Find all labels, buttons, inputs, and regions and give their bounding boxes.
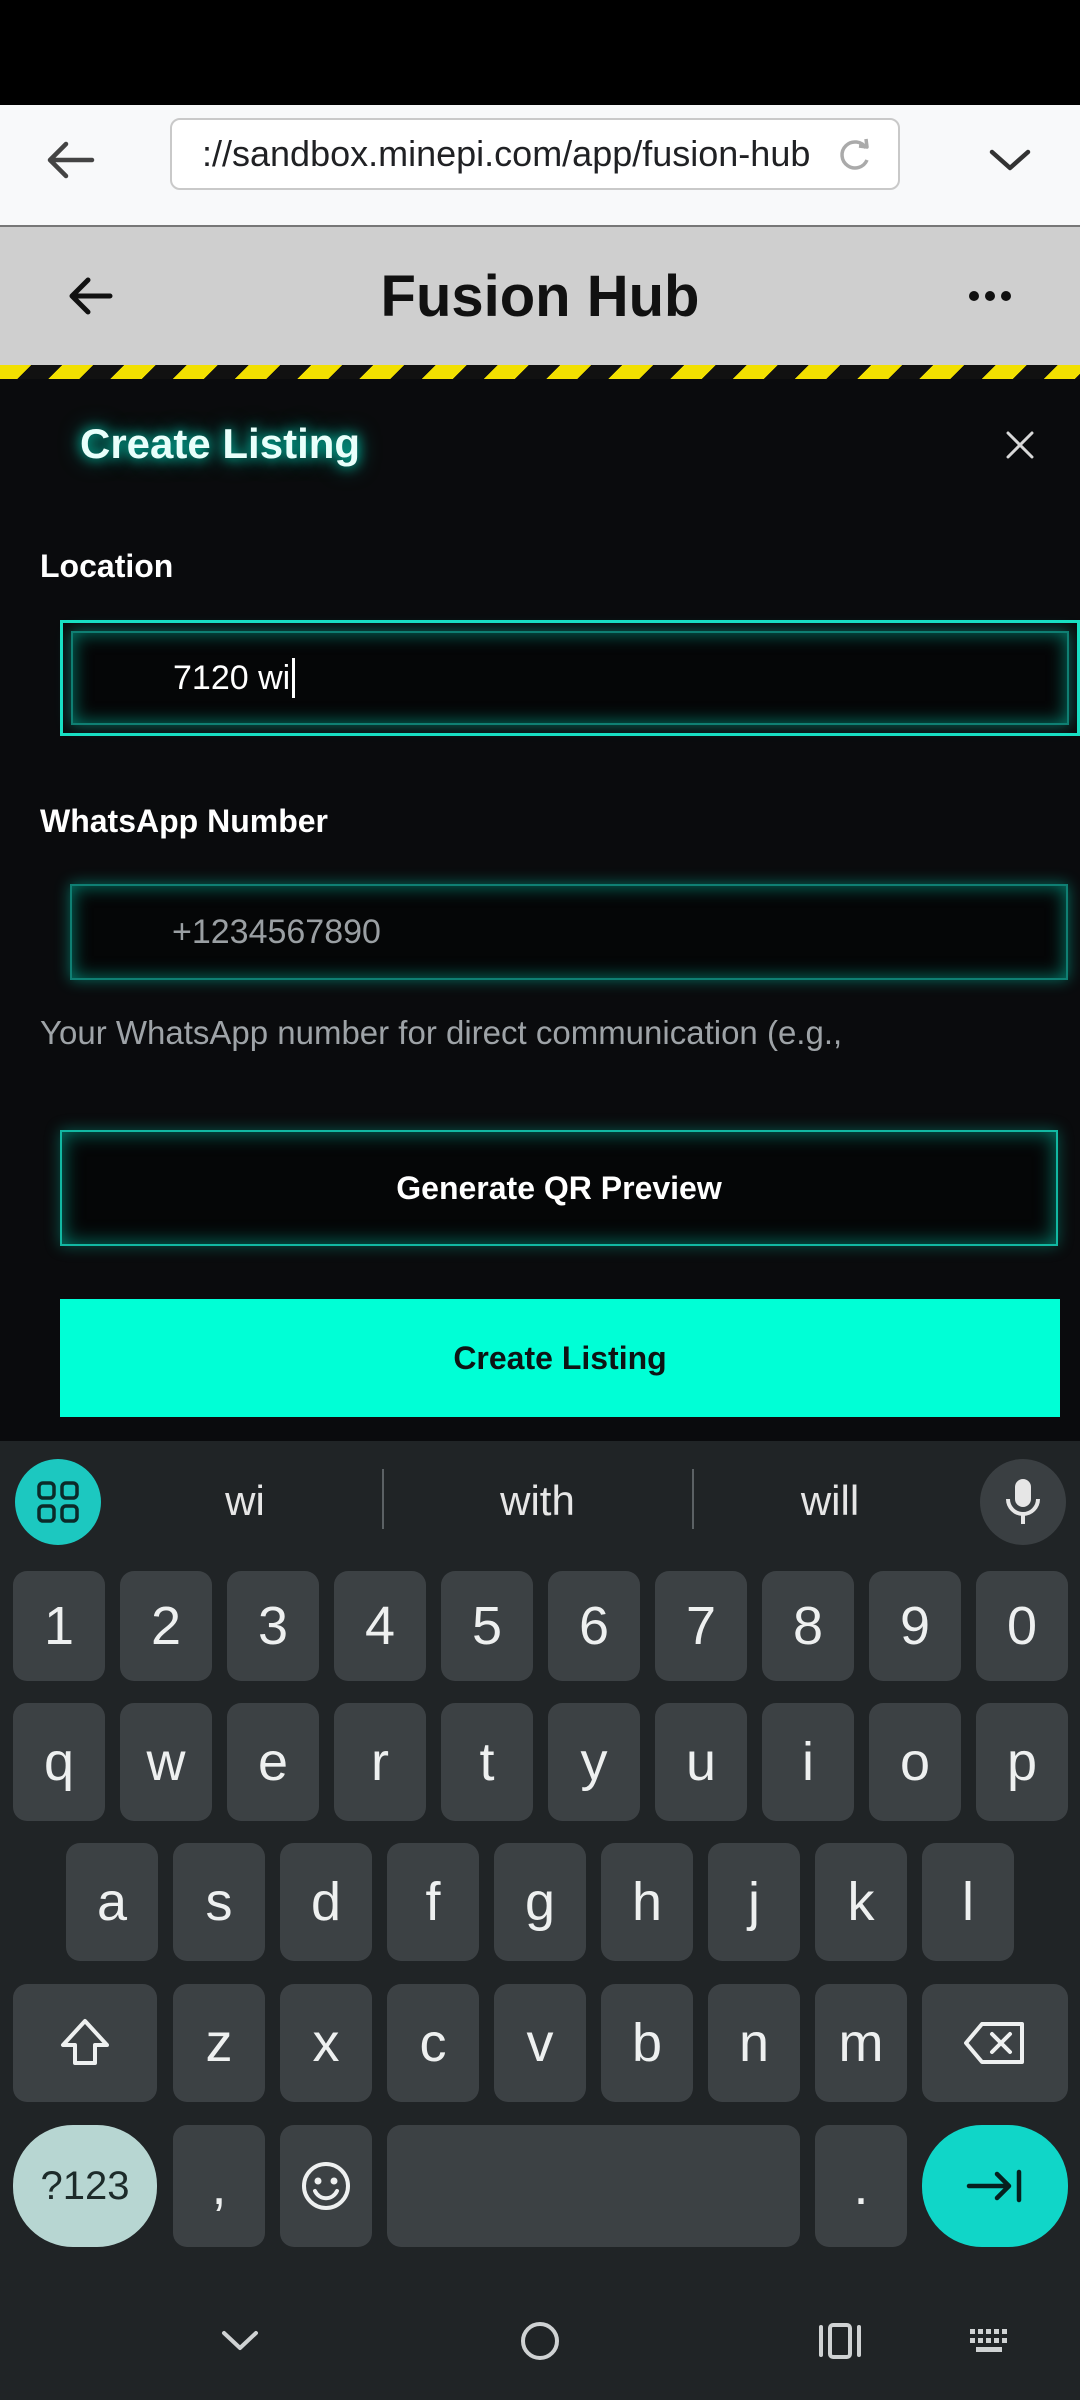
browser-toolbar: ://sandbox.minepi.com/app/fusion-hub [0, 105, 1080, 227]
key-9[interactable]: 9 [869, 1571, 961, 1681]
key-6[interactable]: 6 [548, 1571, 640, 1681]
key-x[interactable]: x [280, 1984, 372, 2102]
hide-keyboard-button[interactable] [200, 2301, 280, 2381]
key-v[interactable]: v [494, 1984, 586, 2102]
microphone-icon [1006, 1479, 1040, 1524]
keyboard-apps-button[interactable] [15, 1459, 101, 1545]
period-key[interactable]: . [815, 2125, 907, 2247]
key-k[interactable]: k [815, 1843, 907, 1961]
key-f[interactable]: f [387, 1843, 479, 1961]
key-1[interactable]: 1 [13, 1571, 105, 1681]
url-text: ://sandbox.minepi.com/app/fusion-hub [202, 133, 811, 174]
keyboard-icon [970, 2329, 1007, 2352]
suggestion-1[interactable]: wi [130, 1461, 360, 1541]
form-title: Create Listing [80, 420, 361, 467]
shift-arrow-icon [61, 2019, 109, 2065]
emoji-icon [302, 2162, 350, 2210]
suggestion-bar: wi with will [0, 1441, 1080, 1551]
system-navigation-bar [0, 2281, 1080, 2400]
location-field-focus-ring: 7120 wi [60, 620, 1080, 736]
home-button[interactable] [500, 2301, 580, 2381]
key-2[interactable]: 2 [120, 1571, 212, 1681]
close-icon [1006, 431, 1034, 459]
arrow-left-icon [69, 277, 113, 315]
key-4[interactable]: 4 [334, 1571, 426, 1681]
key-a[interactable]: a [66, 1843, 158, 1961]
key-u[interactable]: u [655, 1703, 747, 1821]
chevron-down-icon [222, 2331, 258, 2350]
key-t[interactable]: t [441, 1703, 533, 1821]
suggestion-3[interactable]: will [710, 1461, 950, 1541]
key-s[interactable]: s [173, 1843, 265, 1961]
voice-input-button[interactable] [980, 1459, 1066, 1545]
reload-icon[interactable] [832, 134, 876, 178]
key-e[interactable]: e [227, 1703, 319, 1821]
hazard-stripe-divider [0, 365, 1080, 379]
key-z[interactable]: z [173, 1984, 265, 2102]
key-d[interactable]: d [280, 1843, 372, 1961]
browser-menu-chevron-button[interactable] [970, 125, 1050, 195]
next-field-key[interactable] [922, 2125, 1068, 2247]
key-g[interactable]: g [494, 1843, 586, 1961]
location-input[interactable]: 7120 wi [71, 631, 1069, 725]
key-i[interactable]: i [762, 1703, 854, 1821]
space-key[interactable] [387, 2125, 800, 2247]
shift-key[interactable] [13, 1984, 157, 2102]
key-y[interactable]: y [548, 1703, 640, 1821]
key-j[interactable]: j [708, 1843, 800, 1961]
key-o[interactable]: o [869, 1703, 961, 1821]
symbols-key[interactable]: ?123 [13, 2125, 157, 2247]
arrow-left-icon [47, 141, 95, 179]
whatsapp-help-text: Your WhatsApp number for direct communic… [40, 1014, 843, 1051]
comma-key[interactable]: , [173, 2125, 265, 2247]
status-bar [0, 0, 1080, 105]
recent-apps-icon [819, 2323, 861, 2359]
whatsapp-input[interactable]: +1234567890 [70, 884, 1068, 980]
backspace-icon [964, 2022, 1024, 2064]
backspace-key[interactable] [922, 1984, 1068, 2102]
app-title: Fusion Hub [380, 263, 700, 329]
text-caret [292, 658, 296, 698]
key-q[interactable]: q [13, 1703, 105, 1821]
url-field[interactable]: ://sandbox.minepi.com/app/fusion-hub [170, 118, 900, 190]
on-screen-keyboard: wi with will 1 2 3 4 5 6 7 8 9 0 q w e r… [0, 1441, 1080, 2281]
key-m[interactable]: m [815, 1984, 907, 2102]
key-n[interactable]: n [708, 1984, 800, 2102]
app-back-button[interactable] [50, 261, 130, 331]
more-options-button[interactable] [950, 261, 1030, 331]
whatsapp-input-placeholder: +1234567890 [172, 912, 381, 951]
grid-icon [37, 1481, 79, 1523]
key-p[interactable]: p [976, 1703, 1068, 1821]
keyboard-switcher-button[interactable] [950, 2301, 1030, 2381]
more-horizontal-icon [969, 291, 1011, 301]
app-header: Fusion Hub [0, 227, 1080, 365]
key-7[interactable]: 7 [655, 1571, 747, 1681]
emoji-key[interactable] [280, 2125, 372, 2247]
location-input-value: 7120 wi [173, 658, 291, 697]
browser-back-button[interactable] [30, 125, 110, 195]
whatsapp-label: WhatsApp Number [40, 803, 328, 839]
key-l[interactable]: l [922, 1843, 1014, 1961]
key-r[interactable]: r [334, 1703, 426, 1821]
key-3[interactable]: 3 [227, 1571, 319, 1681]
key-h[interactable]: h [601, 1843, 693, 1961]
location-label: Location [40, 548, 174, 584]
chevron-down-icon [989, 149, 1031, 171]
tab-forward-icon [966, 2169, 1022, 2203]
close-button[interactable] [995, 420, 1045, 470]
home-circle-icon [521, 2322, 559, 2360]
key-c[interactable]: c [387, 1984, 479, 2102]
key-8[interactable]: 8 [762, 1571, 854, 1681]
key-w[interactable]: w [120, 1703, 212, 1821]
key-0[interactable]: 0 [976, 1571, 1068, 1681]
suggestion-divider [382, 1469, 384, 1529]
create-listing-button[interactable]: Create Listing [60, 1299, 1060, 1417]
key-b[interactable]: b [601, 1984, 693, 2102]
suggestion-divider [692, 1469, 694, 1529]
generate-qr-preview-button[interactable]: Generate QR Preview [60, 1130, 1058, 1246]
suggestion-2[interactable]: with [400, 1461, 675, 1541]
key-5[interactable]: 5 [441, 1571, 533, 1681]
recent-apps-button[interactable] [800, 2301, 880, 2381]
